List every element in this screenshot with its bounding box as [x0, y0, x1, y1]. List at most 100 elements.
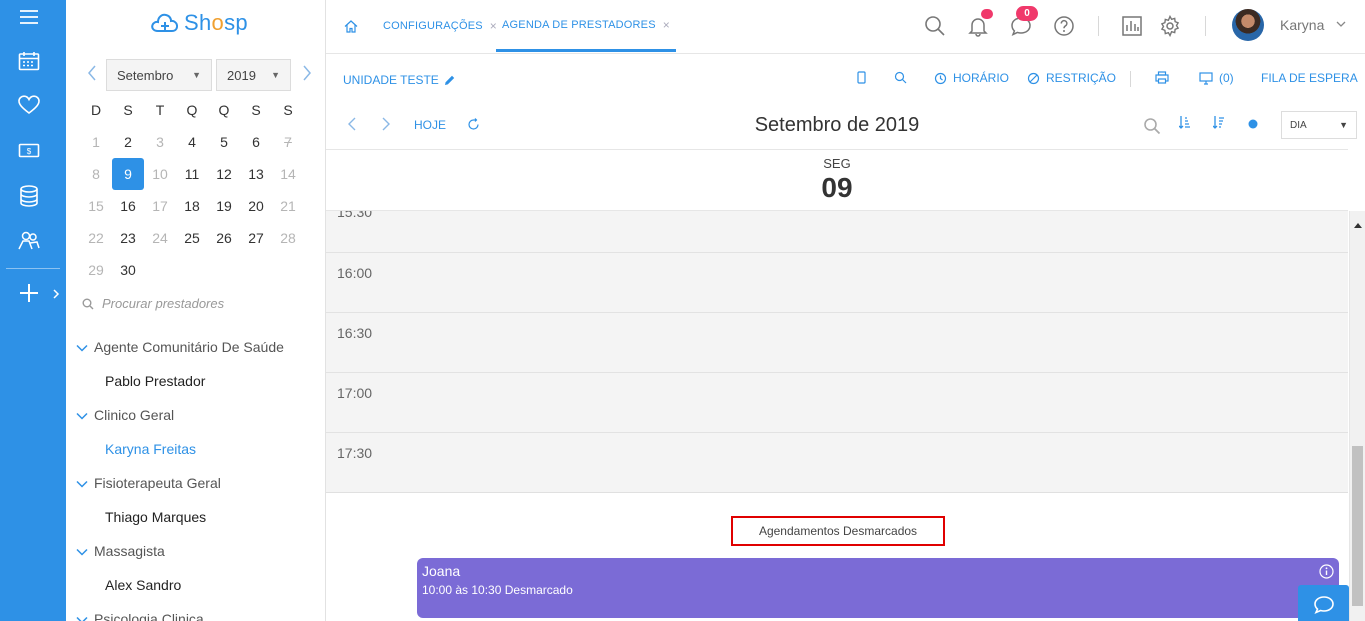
calendar-week: 1234567 — [80, 126, 320, 158]
search-icon[interactable] — [894, 71, 907, 84]
sort-desc-icon[interactable] — [1209, 112, 1229, 132]
chevron-down-icon — [76, 543, 88, 559]
calendar-day[interactable]: 25 — [176, 222, 208, 254]
provider-item[interactable]: Alex Sandro — [66, 568, 325, 602]
provider-search[interactable]: Procurar prestadores — [82, 296, 224, 311]
provider-item[interactable]: Thiago Marques — [66, 500, 325, 534]
provider-item[interactable]: Karyna Freitas — [66, 432, 325, 466]
time-slot[interactable]: 17:00 — [326, 372, 1348, 432]
calendar-day[interactable]: 5 — [208, 126, 240, 158]
top-bar: CONFIGURAÇÕES × AGENDA DE PRESTADORES × … — [326, 0, 1365, 54]
calendar-day[interactable]: 11 — [176, 158, 208, 190]
calendar-day[interactable]: 27 — [240, 222, 272, 254]
home-icon[interactable] — [341, 16, 361, 36]
calendar-day[interactable]: 29 — [80, 254, 112, 286]
scrollbar-thumb[interactable] — [1352, 446, 1363, 606]
provider-group[interactable]: Agente Comunitário De Saúde — [66, 330, 325, 364]
sort-asc-icon[interactable] — [1175, 112, 1195, 132]
time-slot[interactable]: 16:30 — [326, 312, 1348, 372]
next-month-icon[interactable] — [297, 63, 317, 83]
calendar-day[interactable]: 17 — [144, 190, 176, 222]
chat-icon — [1313, 596, 1334, 615]
provider-group[interactable]: Psicologia Clinica — [66, 602, 325, 621]
calendar-day[interactable]: 2 — [112, 126, 144, 158]
calendar-icon[interactable] — [17, 49, 41, 73]
year-select[interactable]: 2019 ▼ — [216, 59, 291, 91]
money-icon[interactable]: $ — [17, 139, 41, 163]
calendar-day[interactable]: 21 — [272, 190, 304, 222]
calendar-day[interactable]: 23 — [112, 222, 144, 254]
queue-counter[interactable]: (0) — [1199, 71, 1234, 85]
heart-icon[interactable] — [17, 93, 41, 117]
calendar-day[interactable]: 3 — [144, 126, 176, 158]
avatar[interactable] — [1232, 9, 1264, 41]
scrollbar[interactable] — [1349, 211, 1365, 621]
chat-support-button[interactable] — [1298, 585, 1349, 621]
calendar-day[interactable]: 24 — [144, 222, 176, 254]
calendar-day-selected[interactable]: 9 — [112, 158, 144, 190]
calendar-days: 1 2 3 4 5 6 7 8 9 10 11 12 13 14 15 16 17 18 19 20 21 22 23 24 2… — [80, 126, 320, 286]
month-select[interactable]: Setembro ▼ — [106, 59, 212, 91]
calendar-day[interactable]: 4 — [176, 126, 208, 158]
provider-group[interactable]: Clinico Geral — [66, 398, 325, 432]
provider-group[interactable]: Fisioterapeuta Geral — [66, 466, 325, 500]
info-icon[interactable] — [1319, 564, 1334, 582]
calendar-day[interactable]: 8 — [80, 158, 112, 190]
help-icon[interactable] — [1052, 14, 1076, 38]
status-dot-icon[interactable] — [1243, 114, 1263, 134]
cloud-logo-icon — [151, 13, 179, 32]
cancelled-appointment[interactable]: Joana 10:00 às 10:30 Desmarcado — [417, 558, 1339, 618]
menu-icon[interactable] — [17, 5, 41, 29]
calendar-day[interactable]: 14 — [272, 158, 304, 190]
print-icon[interactable] — [1155, 71, 1169, 84]
calendar-week: 29 30 — [80, 254, 320, 286]
calendar-day[interactable]: 10 — [144, 158, 176, 190]
calendar-day[interactable]: 28 — [272, 222, 304, 254]
weekday-header: DSTQQSS — [80, 94, 320, 126]
provider-group[interactable]: Massagista — [66, 534, 325, 568]
provider-list: Agente Comunitário De Saúde Pablo Prestad… — [66, 330, 325, 621]
calendar-day[interactable]: 30 — [112, 254, 144, 286]
prev-month-icon[interactable] — [82, 63, 102, 83]
users-icon[interactable] — [17, 229, 41, 253]
zoom-icon[interactable] — [1141, 115, 1163, 137]
chevron-down-icon[interactable] — [1336, 16, 1346, 31]
calendar-day[interactable]: 16 — [112, 190, 144, 222]
chevron-right-icon[interactable] — [52, 287, 60, 302]
unit-selector[interactable]: UNIDADE TESTE — [343, 73, 455, 87]
horario-label: HORÁRIO — [953, 71, 1010, 85]
tab-configuracoes[interactable]: CONFIGURAÇÕES × — [383, 0, 497, 52]
calendar-day[interactable]: 13 — [240, 158, 272, 190]
time-slot[interactable]: 16:00 — [326, 252, 1348, 312]
user-name[interactable]: Karyna — [1280, 17, 1324, 33]
database-icon[interactable] — [17, 184, 41, 208]
calendar-day[interactable]: 26 — [208, 222, 240, 254]
calendar-day[interactable]: 20 — [240, 190, 272, 222]
notification-dot — [981, 9, 993, 19]
reports-icon[interactable] — [1120, 14, 1144, 38]
time-grid[interactable]: 15:30 16:00 16:30 17:00 17:30 — [326, 211, 1348, 493]
plus-icon[interactable] — [17, 281, 41, 305]
calendar-day[interactable]: 12 — [208, 158, 240, 190]
time-slot[interactable]: 15:30 — [326, 211, 1348, 252]
calendar-day[interactable]: 7 — [272, 126, 304, 158]
calendar-day[interactable]: 22 — [80, 222, 112, 254]
view-select[interactable]: DIA ▼ — [1281, 111, 1357, 139]
provider-item[interactable]: Pablo Prestador — [66, 364, 325, 398]
horario-button[interactable]: HORÁRIO — [934, 71, 1009, 85]
agenda-toolbar: UNIDADE TESTE HORÁRIO RESTRIÇÃO (0) FILA… — [326, 58, 1365, 100]
scroll-up-icon[interactable] — [1354, 216, 1362, 231]
gear-icon[interactable] — [1158, 14, 1182, 38]
calendar-day[interactable]: 15 — [80, 190, 112, 222]
calendar-day[interactable]: 1 — [80, 126, 112, 158]
calendar-day[interactable]: 19 — [208, 190, 240, 222]
search-icon[interactable] — [923, 14, 947, 38]
restricao-button[interactable]: RESTRIÇÃO — [1027, 71, 1116, 85]
fila-espera-button[interactable]: FILA DE ESPERA — [1261, 71, 1358, 85]
mobile-icon[interactable] — [857, 71, 866, 84]
calendar-day[interactable]: 18 — [176, 190, 208, 222]
close-icon[interactable]: × — [663, 18, 670, 32]
calendar-day[interactable]: 6 — [240, 126, 272, 158]
time-slot[interactable]: 17:30 — [326, 432, 1348, 492]
tab-agenda-prestadores[interactable]: AGENDA DE PRESTADORES × — [496, 0, 676, 52]
